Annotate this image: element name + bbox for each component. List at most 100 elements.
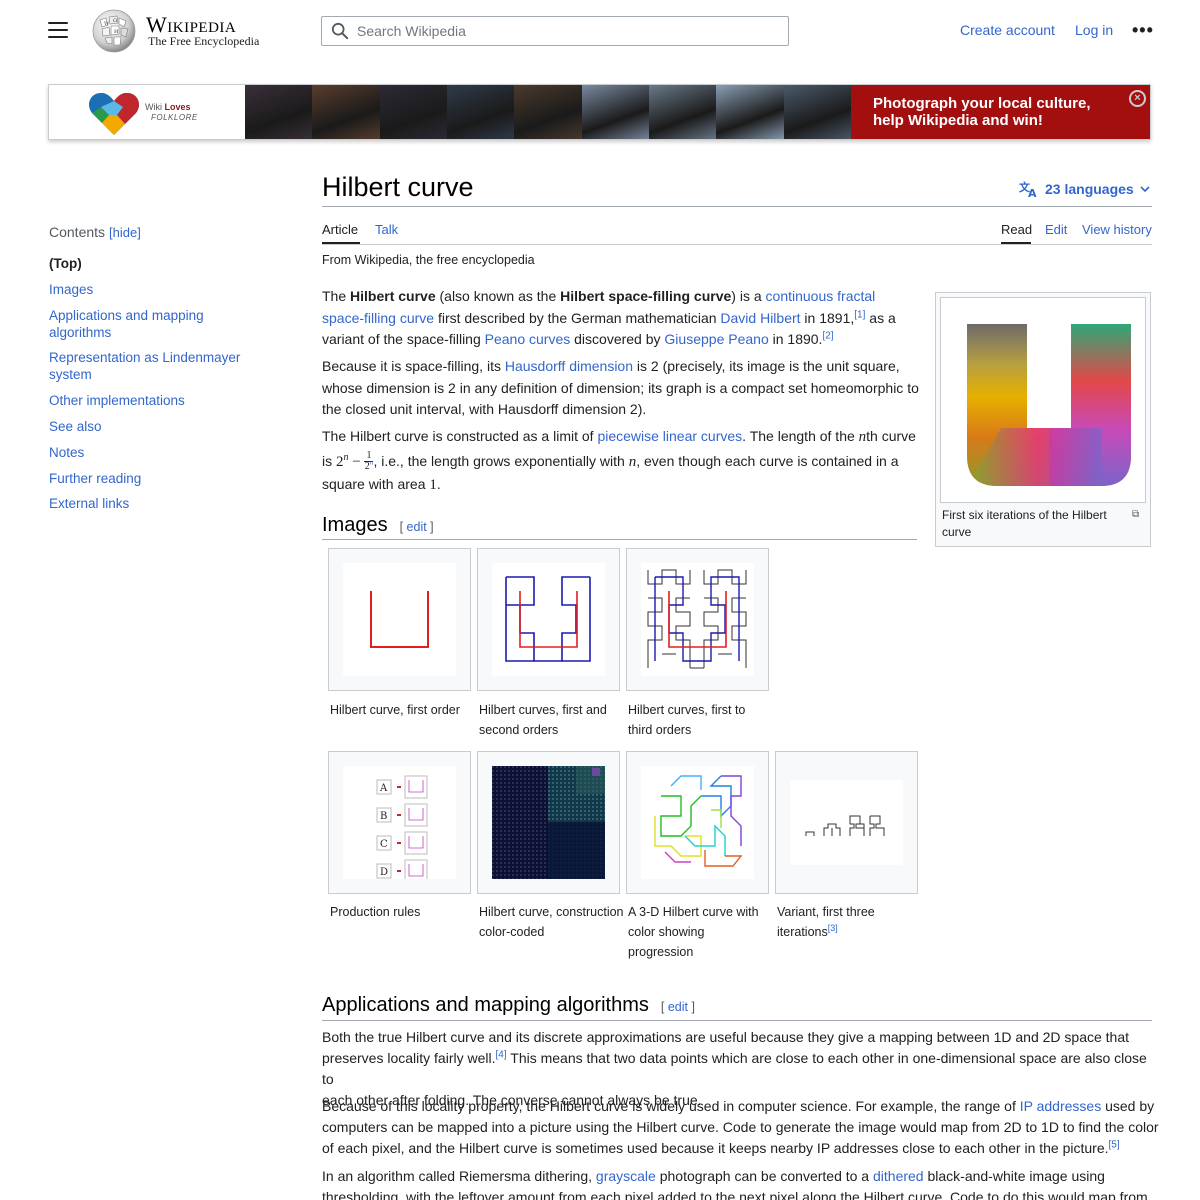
production-rule-box	[404, 775, 428, 799]
enlarge-icon[interactable]: ⧉	[1132, 509, 1139, 520]
create-account-link[interactable]: Create account	[960, 22, 1055, 38]
gallery-caption: Production rules	[330, 905, 421, 919]
reference-link[interactable]: [1]	[854, 309, 865, 320]
banner-photo	[245, 85, 313, 139]
toc-item-applications[interactable]: Applications and mapping algorithms	[49, 307, 229, 341]
language-button[interactable]: 文 A 23 languages	[1019, 180, 1150, 198]
bracket: ]	[426, 520, 434, 534]
link-hausdorff-dimension[interactable]: Hausdorff dimension	[505, 358, 633, 374]
text: , i.e., the length grows exponentially w…	[373, 452, 629, 469]
hilbert-six-iterations-image	[967, 324, 1131, 486]
tab-article[interactable]: Article	[322, 222, 358, 237]
applications-paragraph-2: Because of this locality property, the H…	[322, 1096, 1162, 1159]
fraction-denominator: 2n	[365, 459, 374, 472]
bracket: ]	[687, 1000, 695, 1014]
more-options-icon[interactable]: •••	[1132, 21, 1154, 39]
link-dithered[interactable]: dithered	[873, 1168, 924, 1184]
applications-paragraph-3: In an algorithm called Riemersma ditheri…	[322, 1166, 1162, 1200]
text-line: Because it is space-filling, its Hausdor…	[322, 356, 922, 378]
tab-edit[interactable]: Edit	[1045, 222, 1067, 237]
search-input[interactable]	[357, 23, 777, 39]
tab-view-history[interactable]: View history	[1082, 222, 1152, 237]
main-menu-button[interactable]	[48, 22, 68, 38]
gallery-image	[790, 780, 903, 865]
title-divider	[322, 206, 1152, 207]
link-space-filling-curve[interactable]: space-filling curve	[322, 310, 434, 326]
edit-section-link[interactable]: [ edit ]	[661, 1000, 695, 1014]
link-giuseppe-peano[interactable]: Giuseppe Peano	[664, 331, 768, 347]
text-line: thresholding, with the leftover amount f…	[322, 1189, 1148, 1200]
text: In an algorithm called Riemersma ditheri…	[322, 1168, 596, 1184]
text: (also known as the	[435, 288, 561, 304]
text: discovered by	[570, 331, 665, 347]
gallery-item-third-order[interactable]	[626, 548, 769, 691]
text: of each pixel, and the Hilbert curve is …	[322, 1140, 1109, 1156]
text-line: In an algorithm called Riemersma ditheri…	[322, 1166, 1162, 1187]
link-continuous-fractal[interactable]: continuous fractal	[766, 288, 876, 304]
gallery-caption: Hilbert curve, construction color-coded	[479, 905, 624, 939]
text: black-and-white image using	[923, 1168, 1105, 1184]
chevron-down-icon	[1140, 186, 1150, 193]
production-symbol: D	[380, 867, 388, 878]
gallery-item-first-order[interactable]	[328, 548, 471, 691]
gallery-item-second-order[interactable]	[477, 548, 620, 691]
site-subtitle: From Wikipedia, the free encyclopedia	[322, 253, 535, 267]
gallery-item-3d-curve[interactable]	[626, 751, 769, 894]
section-heading-applications: Applications and mapping algorithms [ edi…	[322, 994, 695, 1017]
link-david-hilbert[interactable]: David Hilbert	[720, 310, 800, 326]
link-ip-addresses[interactable]: IP addresses	[1020, 1098, 1101, 1114]
production-symbol: A	[379, 783, 388, 794]
gallery-caption: Hilbert curve, first order	[330, 703, 460, 717]
toc-item-see-also[interactable]: See also	[49, 418, 259, 435]
toc-title-text: Contents	[49, 224, 106, 240]
wikipedia-globe-icon[interactable]: W Ω И	[90, 8, 138, 54]
edit-section-link[interactable]: [ edit ]	[400, 520, 434, 534]
tabs-divider	[322, 244, 1152, 245]
text: .	[436, 475, 441, 492]
text: in 1891,	[800, 309, 855, 326]
toc-item-lindenmayer[interactable]: Representation as Lindenmayer system	[49, 349, 249, 383]
gallery-image	[343, 563, 456, 676]
toc-hide-button[interactable]: [hide]	[109, 225, 141, 240]
banner-call-to-action[interactable]: Photograph your local culture, help Wiki…	[851, 85, 1150, 139]
gallery-image	[492, 563, 605, 676]
toc-item-external-links[interactable]: External links	[49, 495, 259, 512]
wiki-loves-folklore-banner[interactable]: Wiki Loves FOLKLORE Photograph your loca…	[48, 84, 1151, 140]
toc-item-top[interactable]: (Top)	[49, 255, 259, 272]
gallery-item-production-rules[interactable]: A B C D	[328, 751, 471, 894]
reference-link[interactable]: [2]	[822, 330, 833, 341]
toc-title: Contents [hide]	[49, 224, 141, 240]
production-arrow	[397, 786, 401, 788]
banner-photo	[514, 85, 582, 139]
lead-image-thumbnail: First six iterations of the Hilbert curv…	[935, 292, 1151, 547]
text: th curve	[866, 428, 916, 444]
reference-link[interactable]: [4]	[496, 1049, 507, 1060]
hilbert-3d-image	[654, 775, 743, 867]
link-peano-curves[interactable]: Peano curves	[485, 331, 571, 347]
translate-icon: 文 A	[1019, 180, 1037, 198]
link-grayscale[interactable]: grayscale	[596, 1168, 656, 1184]
toc-item-images[interactable]: Images	[49, 281, 259, 298]
link-piecewise-linear-curves[interactable]: piecewise linear curves	[597, 428, 742, 444]
toc-item-further-reading[interactable]: Further reading	[49, 470, 259, 487]
banner-wiki-loves-text: Wiki Loves	[145, 102, 191, 112]
reference-link[interactable]: [5]	[1109, 1139, 1120, 1150]
toc-item-notes[interactable]: Notes	[49, 444, 259, 461]
edit-label[interactable]: edit	[407, 520, 427, 534]
log-in-link[interactable]: Log in	[1075, 22, 1113, 38]
banner-close-icon[interactable]: ×	[1129, 90, 1146, 107]
tab-read[interactable]: Read	[1001, 222, 1032, 237]
section-divider	[322, 539, 917, 540]
tab-talk[interactable]: Talk	[375, 222, 398, 237]
edit-label[interactable]: edit	[668, 1000, 688, 1014]
text: variant of the space-filling	[322, 331, 485, 347]
wiki-loves-folklore-heart-icon	[88, 92, 140, 135]
search-box[interactable]	[321, 16, 789, 46]
gallery-item-variant[interactable]	[775, 751, 918, 894]
text-line: space-filling curve first described by t…	[322, 308, 922, 330]
hamburger-bar	[48, 36, 68, 38]
lead-image[interactable]	[940, 297, 1146, 503]
reference-link[interactable]: [3]	[828, 923, 838, 933]
toc-item-other-implementations[interactable]: Other implementations	[49, 392, 259, 409]
gallery-item-color-coded[interactable]	[477, 751, 620, 894]
